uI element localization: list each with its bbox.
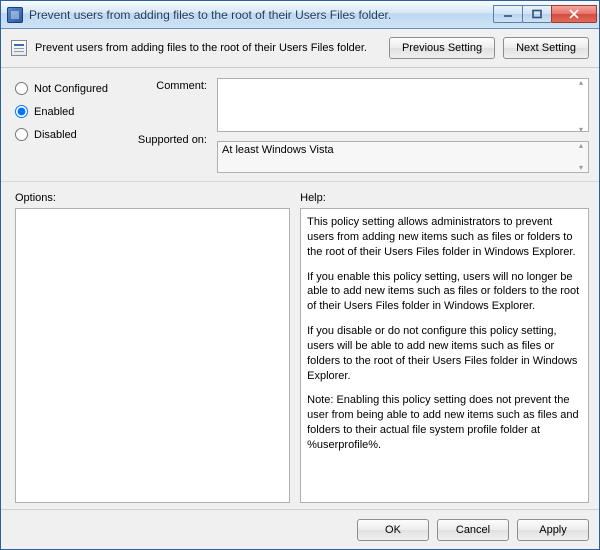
radio-not-configured-input[interactable] <box>15 82 28 95</box>
window-title: Prevent users from adding files to the r… <box>29 8 494 22</box>
radio-disabled[interactable]: Disabled <box>15 128 125 141</box>
radio-enabled[interactable]: Enabled <box>15 105 125 118</box>
close-button[interactable] <box>551 5 597 23</box>
ok-button[interactable]: OK <box>357 519 429 541</box>
help-pane: Help: This policy setting allows adminis… <box>300 192 589 503</box>
policy-title: Prevent users from adding files to the r… <box>35 42 381 54</box>
minimize-icon <box>503 9 513 19</box>
field-values: ▴▾ At least Windows Vista ▴▾ <box>217 78 589 173</box>
titlebar: Prevent users from adding files to the r… <box>1 1 599 29</box>
options-label: Options: <box>15 192 290 204</box>
radio-disabled-label: Disabled <box>34 129 77 141</box>
app-icon <box>7 7 23 23</box>
help-paragraph: If you enable this policy setting, users… <box>307 270 582 315</box>
supported-on-value: At least Windows Vista <box>217 141 589 173</box>
radio-enabled-label: Enabled <box>34 106 74 118</box>
help-paragraph: This policy setting allows administrator… <box>307 215 582 260</box>
options-pane: Options: <box>15 192 290 503</box>
previous-setting-button[interactable]: Previous Setting <box>389 37 495 59</box>
comment-textarea[interactable] <box>217 78 589 132</box>
field-labels: Comment: Supported on: <box>135 78 207 173</box>
state-radio-group: Not Configured Enabled Disabled <box>15 78 125 173</box>
radio-not-configured[interactable]: Not Configured <box>15 82 125 95</box>
supported-wrap: At least Windows Vista ▴▾ <box>217 141 589 173</box>
help-paragraph: Note: Enabling this policy setting does … <box>307 393 582 452</box>
lower-panes: Options: Help: This policy setting allow… <box>1 182 599 509</box>
help-paragraph: If you disable or do not configure this … <box>307 324 582 383</box>
radio-enabled-input[interactable] <box>15 105 28 118</box>
maximize-icon <box>532 9 542 19</box>
dialog-window: Prevent users from adding files to the r… <box>0 0 600 550</box>
config-section: Not Configured Enabled Disabled Comment:… <box>1 68 599 182</box>
supported-on-label: Supported on: <box>135 134 207 146</box>
maximize-button[interactable] <box>522 5 552 23</box>
next-setting-button[interactable]: Next Setting <box>503 37 589 59</box>
close-icon <box>569 9 579 19</box>
options-box[interactable] <box>15 208 290 503</box>
cancel-button[interactable]: Cancel <box>437 519 509 541</box>
comment-label: Comment: <box>135 80 207 92</box>
help-label: Help: <box>300 192 589 204</box>
apply-button[interactable]: Apply <box>517 519 589 541</box>
radio-disabled-input[interactable] <box>15 128 28 141</box>
comment-wrap: ▴▾ <box>217 78 589 135</box>
window-controls <box>494 6 597 24</box>
footer: OK Cancel Apply <box>1 509 599 549</box>
policy-icon <box>11 40 27 56</box>
header-row: Prevent users from adding files to the r… <box>1 29 599 67</box>
radio-not-configured-label: Not Configured <box>34 83 108 95</box>
help-box[interactable]: This policy setting allows administrator… <box>300 208 589 503</box>
minimize-button[interactable] <box>493 5 523 23</box>
